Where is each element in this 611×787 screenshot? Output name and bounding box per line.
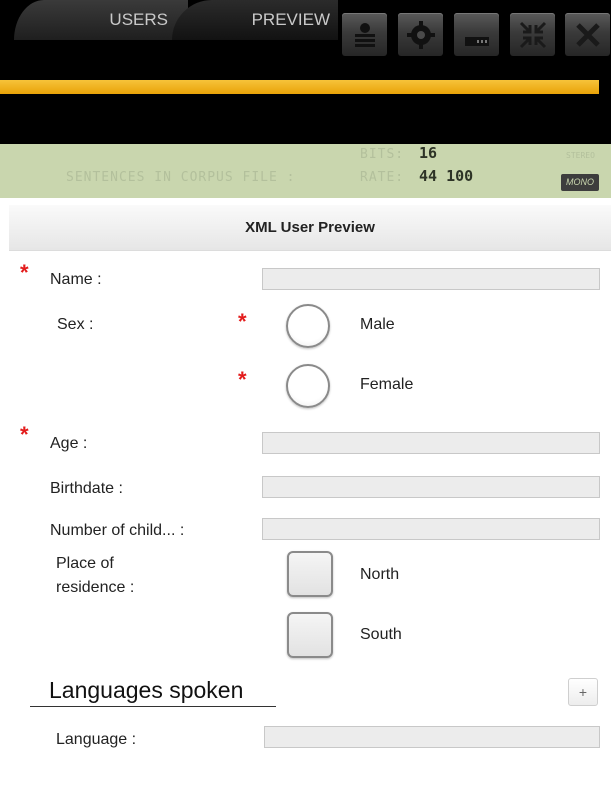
gear-icon (407, 21, 435, 49)
children-field[interactable] (262, 518, 600, 540)
female-label: Female (360, 376, 414, 393)
language-label: Language : (56, 731, 137, 748)
progress-area (0, 63, 611, 144)
name-field[interactable] (262, 268, 600, 290)
birthdate-label: Birthdate : (50, 480, 123, 497)
children-label: Number of child... : (50, 522, 185, 539)
add-language-button[interactable]: + (568, 678, 598, 706)
required-marker: * (20, 260, 29, 285)
close-button[interactable] (565, 13, 610, 56)
required-marker: * (238, 367, 247, 392)
male-radio[interactable] (286, 304, 330, 348)
required-marker: * (238, 309, 247, 334)
sentences-label: SENTENCES IN CORPUS FILE : (66, 170, 296, 185)
tab-users-label: USERS (109, 10, 168, 29)
language-field[interactable] (264, 726, 600, 748)
bits-label: BITS: (360, 147, 405, 162)
users-stack-icon (355, 23, 375, 47)
settings-button[interactable] (398, 13, 443, 56)
tab-users[interactable]: USERS (14, 0, 188, 40)
progress-bar (0, 80, 599, 94)
north-label: North (360, 566, 400, 583)
rate-label: RATE: (360, 170, 405, 185)
age-label: Age : (50, 435, 88, 452)
users-button[interactable] (342, 13, 387, 56)
bits-value: 16 (419, 144, 438, 162)
tab-preview[interactable]: PREVIEW (172, 0, 338, 40)
stereo-label: STEREO (566, 151, 595, 160)
north-checkbox[interactable] (287, 551, 333, 597)
page-title: XML User Preview (9, 205, 611, 251)
top-bar: USERS PREVIEW (0, 0, 611, 63)
close-icon (576, 23, 600, 47)
mono-badge[interactable]: MONO (561, 174, 599, 191)
tab-preview-label: PREVIEW (251, 10, 330, 29)
age-field[interactable] (262, 432, 600, 454)
residence-label-line2: residence : (56, 579, 135, 596)
south-checkbox[interactable] (287, 612, 333, 658)
rate-value: 44 100 (419, 167, 474, 185)
female-radio[interactable] (286, 364, 330, 408)
collapse-button[interactable] (510, 13, 555, 56)
window-minimize-icon (465, 37, 489, 46)
male-label: Male (360, 316, 395, 333)
minimize-button[interactable] (454, 13, 499, 56)
required-marker: * (20, 422, 29, 447)
collapse-arrows-icon (519, 21, 547, 49)
south-label: South (360, 626, 402, 643)
residence-label-line1: Place of (56, 555, 114, 572)
birthdate-field[interactable] (262, 476, 600, 498)
sex-label: Sex : (57, 316, 94, 333)
section-divider (30, 706, 276, 707)
languages-section-title: Languages spoken (49, 677, 244, 703)
name-label: Name : (50, 271, 102, 288)
